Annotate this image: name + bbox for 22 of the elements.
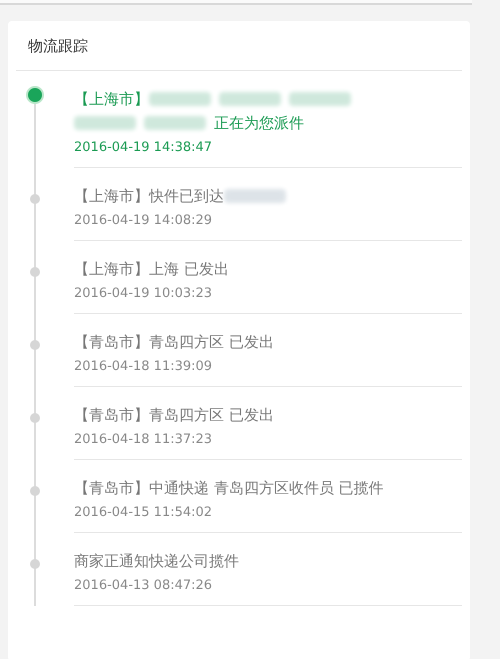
event-time: 2016-04-19 14:38:47	[74, 140, 214, 155]
redaction-blur	[224, 189, 286, 203]
event-description: 正在为您派件	[214, 114, 304, 132]
event-description: 【上海市】	[74, 90, 149, 108]
section-title: 物流跟踪	[16, 21, 462, 71]
event-description: 【上海市】快件已到达	[74, 186, 224, 206]
redaction-blur	[149, 92, 211, 106]
redaction-blur	[219, 92, 281, 106]
event-time: 2016-04-15 11:54:02	[74, 505, 214, 520]
event-description: 【青岛市】青岛四方区 已发出	[74, 332, 274, 352]
event-description: 商家正通知快递公司揽件	[74, 552, 239, 570]
event-time: 2016-04-18 11:39:09	[74, 359, 214, 374]
redaction-blur	[74, 116, 136, 130]
event-description: 【上海市】上海 已发出	[74, 260, 229, 278]
event-time: 2016-04-18 11:37:23	[74, 432, 214, 447]
event-time: 2016-04-19 10:03:23	[74, 286, 214, 301]
event-time: 2016-04-13 08:47:26	[74, 578, 214, 593]
event-description: 【青岛市】中通快递 青岛四方区收件员 已揽件	[74, 478, 384, 498]
redaction-blur	[289, 92, 351, 106]
event-time: 2016-04-19 14:08:29	[74, 213, 214, 228]
event-description: 【青岛市】青岛四方区 已发出	[74, 406, 274, 424]
redaction-blur	[144, 116, 206, 130]
